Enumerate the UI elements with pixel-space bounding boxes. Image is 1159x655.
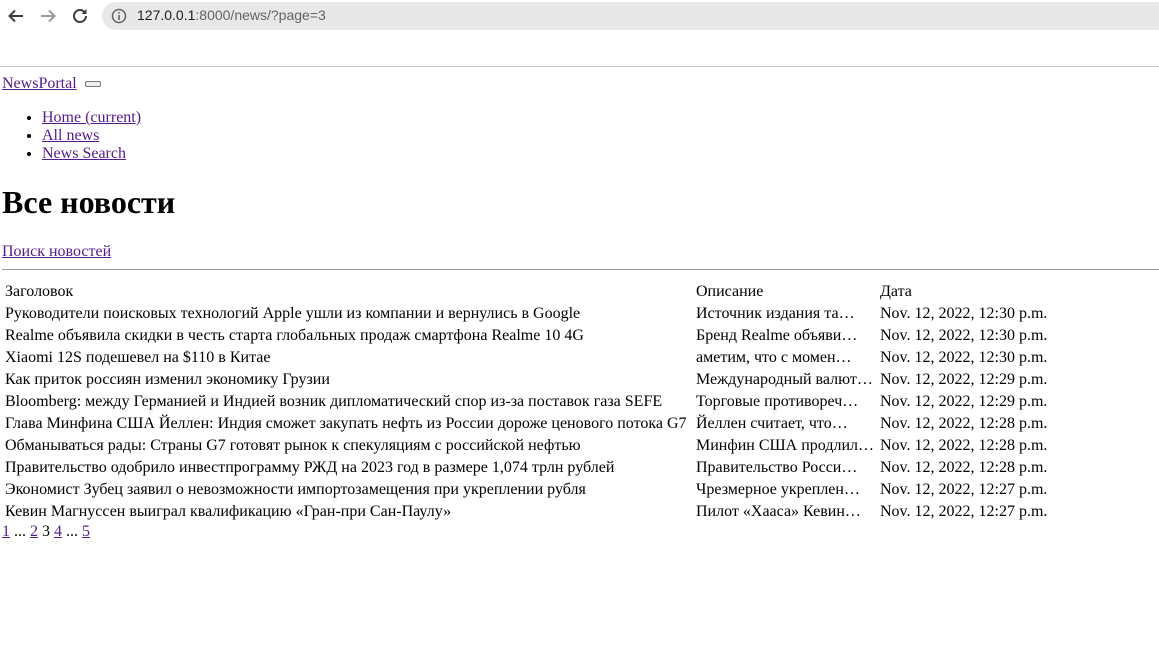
column-header-description: Описание bbox=[696, 283, 764, 300]
pagination-ellipsis: ... bbox=[14, 523, 26, 540]
news-title: Правительство одобрило инвестпрограмму Р… bbox=[5, 459, 615, 476]
news-date: Nov. 12, 2022, 12:27 p.m. bbox=[880, 481, 1048, 498]
nav-item-news-search: News Search bbox=[42, 145, 141, 163]
table-row: Кевин Магнуссен выиграл квалификацию «Гр… bbox=[4, 502, 1051, 522]
url-path: :8000/news/?page=3 bbox=[195, 7, 326, 23]
news-description: Правительство Росси… bbox=[696, 459, 858, 476]
column-header-date: Дата bbox=[880, 283, 912, 300]
navbar-divider bbox=[0, 66, 1159, 67]
news-title: Руководители поисковых технологий Apple … bbox=[5, 305, 581, 322]
reload-icon bbox=[73, 9, 87, 23]
current-page: 3 bbox=[42, 523, 50, 540]
nav-item-home: Home (current) bbox=[42, 109, 141, 127]
arrow-left-icon bbox=[8, 9, 23, 23]
content-divider bbox=[2, 269, 1159, 270]
news-date: Nov. 12, 2022, 12:29 p.m. bbox=[880, 371, 1048, 388]
news-description: Чрезмерное укреплен… bbox=[696, 481, 860, 498]
news-date: Nov. 12, 2022, 12:29 p.m. bbox=[880, 393, 1048, 410]
table-row: Правительство одобрило инвестпрограмму Р… bbox=[4, 458, 1051, 478]
news-title: Кевин Магнуссен выиграл квалификацию «Гр… bbox=[5, 503, 452, 520]
news-date: Nov. 12, 2022, 12:28 p.m. bbox=[880, 437, 1048, 454]
news-description: аметим, что с момен… bbox=[696, 349, 852, 366]
brand-link[interactable]: NewsPortal bbox=[2, 75, 77, 92]
news-description: Пилот «Хааса» Кевин… bbox=[696, 503, 861, 520]
news-date: Nov. 12, 2022, 12:28 p.m. bbox=[880, 459, 1048, 476]
table-header-row: Заголовок Описание Дата bbox=[4, 282, 1051, 302]
news-title: Экономист Зубец заявил о невозможности и… bbox=[5, 481, 586, 498]
nav-link-news-search[interactable]: News Search bbox=[42, 145, 126, 162]
table-row: Руководители поисковых технологий Apple … bbox=[4, 304, 1051, 324]
news-table: Заголовок Описание Дата Руководители пои… bbox=[2, 280, 1053, 524]
navbar-toggler-button[interactable] bbox=[84, 81, 101, 88]
url-text: 127.0.0.1:8000/news/?page=3 bbox=[137, 7, 326, 23]
news-title: Xiaomi 12S подешевел на $110 в Китае bbox=[5, 349, 271, 366]
news-description: Йеллен считает, что… bbox=[696, 415, 848, 432]
table-row: Глава Минфина США Йеллен: Индия сможет з… bbox=[4, 414, 1051, 434]
news-title: Глава Минфина США Йеллен: Индия сможет з… bbox=[5, 415, 687, 432]
news-description: Минфин США продлил … bbox=[696, 437, 877, 454]
table-row: Обманываться рады: Страны G7 готовят рын… bbox=[4, 436, 1051, 456]
news-title: Bloomberg: между Германией и Индией возн… bbox=[5, 393, 663, 410]
news-date: Nov. 12, 2022, 12:30 p.m. bbox=[880, 349, 1048, 366]
browser-toolbar: 127.0.0.1:8000/news/?page=3 bbox=[0, 0, 1159, 34]
info-icon[interactable] bbox=[111, 8, 127, 24]
news-description: Бренд Realme объяви… bbox=[696, 327, 858, 344]
arrow-right-icon bbox=[41, 9, 56, 23]
news-date: Nov. 12, 2022, 12:30 p.m. bbox=[880, 305, 1048, 322]
page-link-last[interactable]: 5 bbox=[82, 523, 90, 540]
page-link-prev[interactable]: 2 bbox=[30, 523, 38, 540]
pagination: 1 ... 2 3 4 ... 5 bbox=[2, 523, 90, 541]
news-date: Nov. 12, 2022, 12:28 p.m. bbox=[880, 415, 1048, 432]
news-date: Nov. 12, 2022, 12:30 p.m. bbox=[880, 327, 1048, 344]
back-button[interactable] bbox=[5, 5, 27, 27]
page-title: Все новости bbox=[2, 184, 176, 220]
nav-list: Home (current) All news News Search bbox=[0, 109, 141, 163]
news-title: Realme объявила скидки в честь старта гл… bbox=[5, 327, 584, 344]
news-description: Источник издания та… bbox=[696, 305, 855, 322]
table-row: Bloomberg: между Германией и Индией возн… bbox=[4, 392, 1051, 412]
page-link-next[interactable]: 4 bbox=[54, 523, 62, 540]
reload-button[interactable] bbox=[69, 5, 91, 27]
pagination-ellipsis: ... bbox=[66, 523, 78, 540]
news-search-link[interactable]: Поиск новостей bbox=[2, 243, 111, 261]
navbar: NewsPortal bbox=[2, 75, 101, 95]
nav-item-all-news: All news bbox=[42, 127, 141, 145]
news-title: Как приток россиян изменил экономику Гру… bbox=[5, 371, 330, 388]
page-link-first[interactable]: 1 bbox=[2, 523, 10, 540]
nav-link-home[interactable]: Home (current) bbox=[42, 109, 141, 126]
table-row: Realme объявила скидки в честь старта гл… bbox=[4, 326, 1051, 346]
table-row: Xiaomi 12S подешевел на $110 в Китае аме… bbox=[4, 348, 1051, 368]
address-bar[interactable]: 127.0.0.1:8000/news/?page=3 bbox=[102, 2, 1159, 30]
url-host: 127.0.0.1 bbox=[137, 7, 196, 23]
table-row: Экономист Зубец заявил о невозможности и… bbox=[4, 480, 1051, 500]
news-date: Nov. 12, 2022, 12:27 p.m. bbox=[880, 503, 1048, 520]
news-description: Торговые противореч… bbox=[696, 393, 859, 410]
news-description: Международный валют… bbox=[696, 371, 873, 388]
forward-button[interactable] bbox=[37, 5, 59, 27]
nav-link-all-news[interactable]: All news bbox=[42, 127, 99, 144]
news-title: Обманываться рады: Страны G7 готовят рын… bbox=[5, 437, 581, 454]
table-row: Как приток россиян изменил экономику Гру… bbox=[4, 370, 1051, 390]
column-header-title: Заголовок bbox=[5, 283, 74, 300]
